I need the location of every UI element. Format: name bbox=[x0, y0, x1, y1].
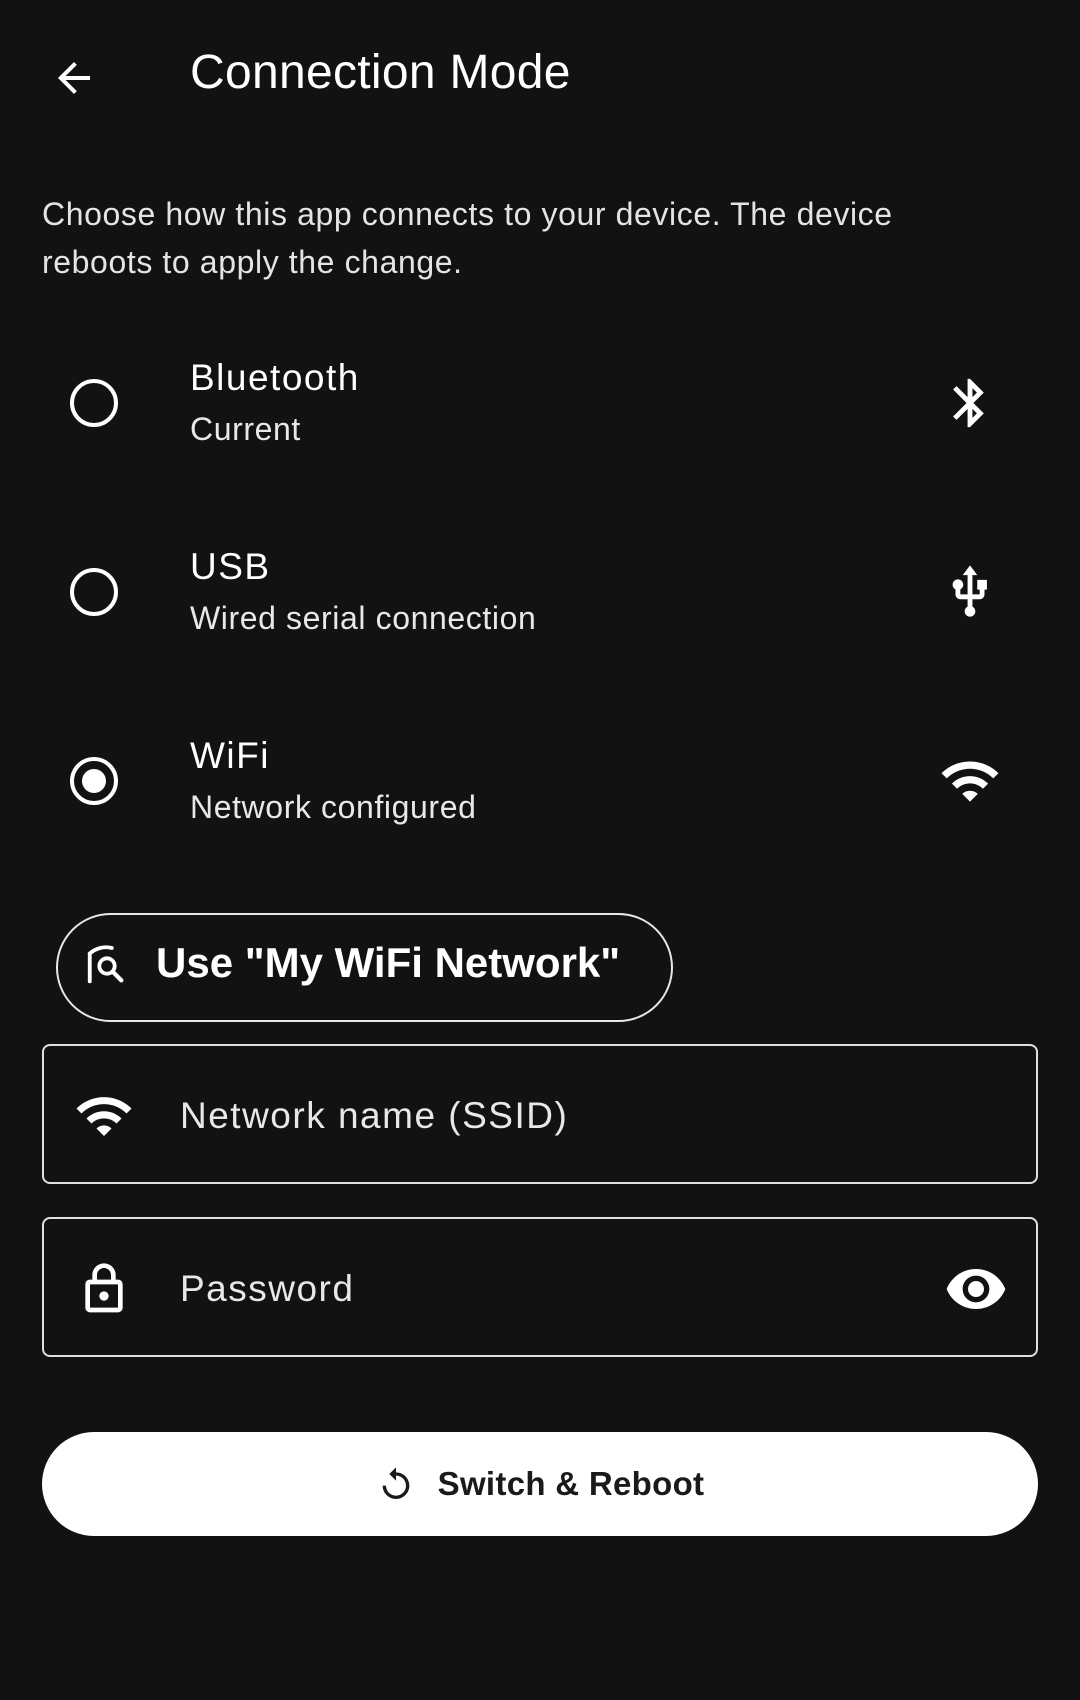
option-title: WiFi bbox=[190, 735, 270, 776]
arrow-back-icon bbox=[58, 62, 90, 94]
radio-wifi[interactable] bbox=[70, 757, 118, 805]
ssid-input[interactable] bbox=[180, 1076, 940, 1156]
wifi-find-icon bbox=[87, 945, 124, 984]
option-wifi[interactable]: WiFi Network configured bbox=[0, 705, 1080, 855]
lock-icon bbox=[72, 1257, 136, 1321]
connection-mode-screen: Connection Mode Choose how this app conn… bbox=[0, 0, 1080, 1700]
description-text: Choose how this app connects to your dev… bbox=[42, 196, 893, 280]
page-title: Connection Mode bbox=[190, 46, 571, 99]
ssid-field[interactable] bbox=[42, 1044, 1038, 1184]
restart-icon bbox=[382, 1467, 409, 1499]
password-field[interactable] bbox=[42, 1217, 1038, 1357]
usb-icon bbox=[938, 560, 1002, 624]
show-password-button[interactable] bbox=[942, 1255, 1010, 1323]
radio-usb[interactable] bbox=[70, 568, 118, 616]
option-title: Bluetooth bbox=[190, 357, 360, 398]
option-title: USB bbox=[190, 546, 271, 587]
option-usb[interactable]: USB Wired serial connection bbox=[0, 516, 1080, 666]
bluetooth-icon bbox=[938, 371, 1002, 435]
option-subtitle: Wired serial connection bbox=[190, 600, 537, 636]
eye-icon bbox=[946, 1269, 1006, 1309]
option-bluetooth[interactable]: Bluetooth Current bbox=[0, 327, 1080, 477]
option-subtitle: Current bbox=[190, 411, 301, 447]
switch-reboot-button[interactable]: Switch & Reboot bbox=[42, 1432, 1038, 1536]
password-input[interactable] bbox=[180, 1249, 940, 1329]
app-bar: Connection Mode bbox=[0, 0, 1080, 155]
back-button[interactable] bbox=[44, 48, 104, 108]
wifi-icon bbox=[72, 1084, 136, 1148]
wifi-icon bbox=[938, 749, 1002, 813]
option-subtitle: Network configured bbox=[190, 789, 477, 825]
button-label: Switch & Reboot bbox=[437, 1465, 705, 1502]
chip-label: Use "My WiFi Network" bbox=[156, 939, 621, 986]
radio-bluetooth[interactable] bbox=[70, 379, 118, 427]
use-network-chip[interactable]: Use "My WiFi Network" bbox=[56, 913, 673, 1022]
